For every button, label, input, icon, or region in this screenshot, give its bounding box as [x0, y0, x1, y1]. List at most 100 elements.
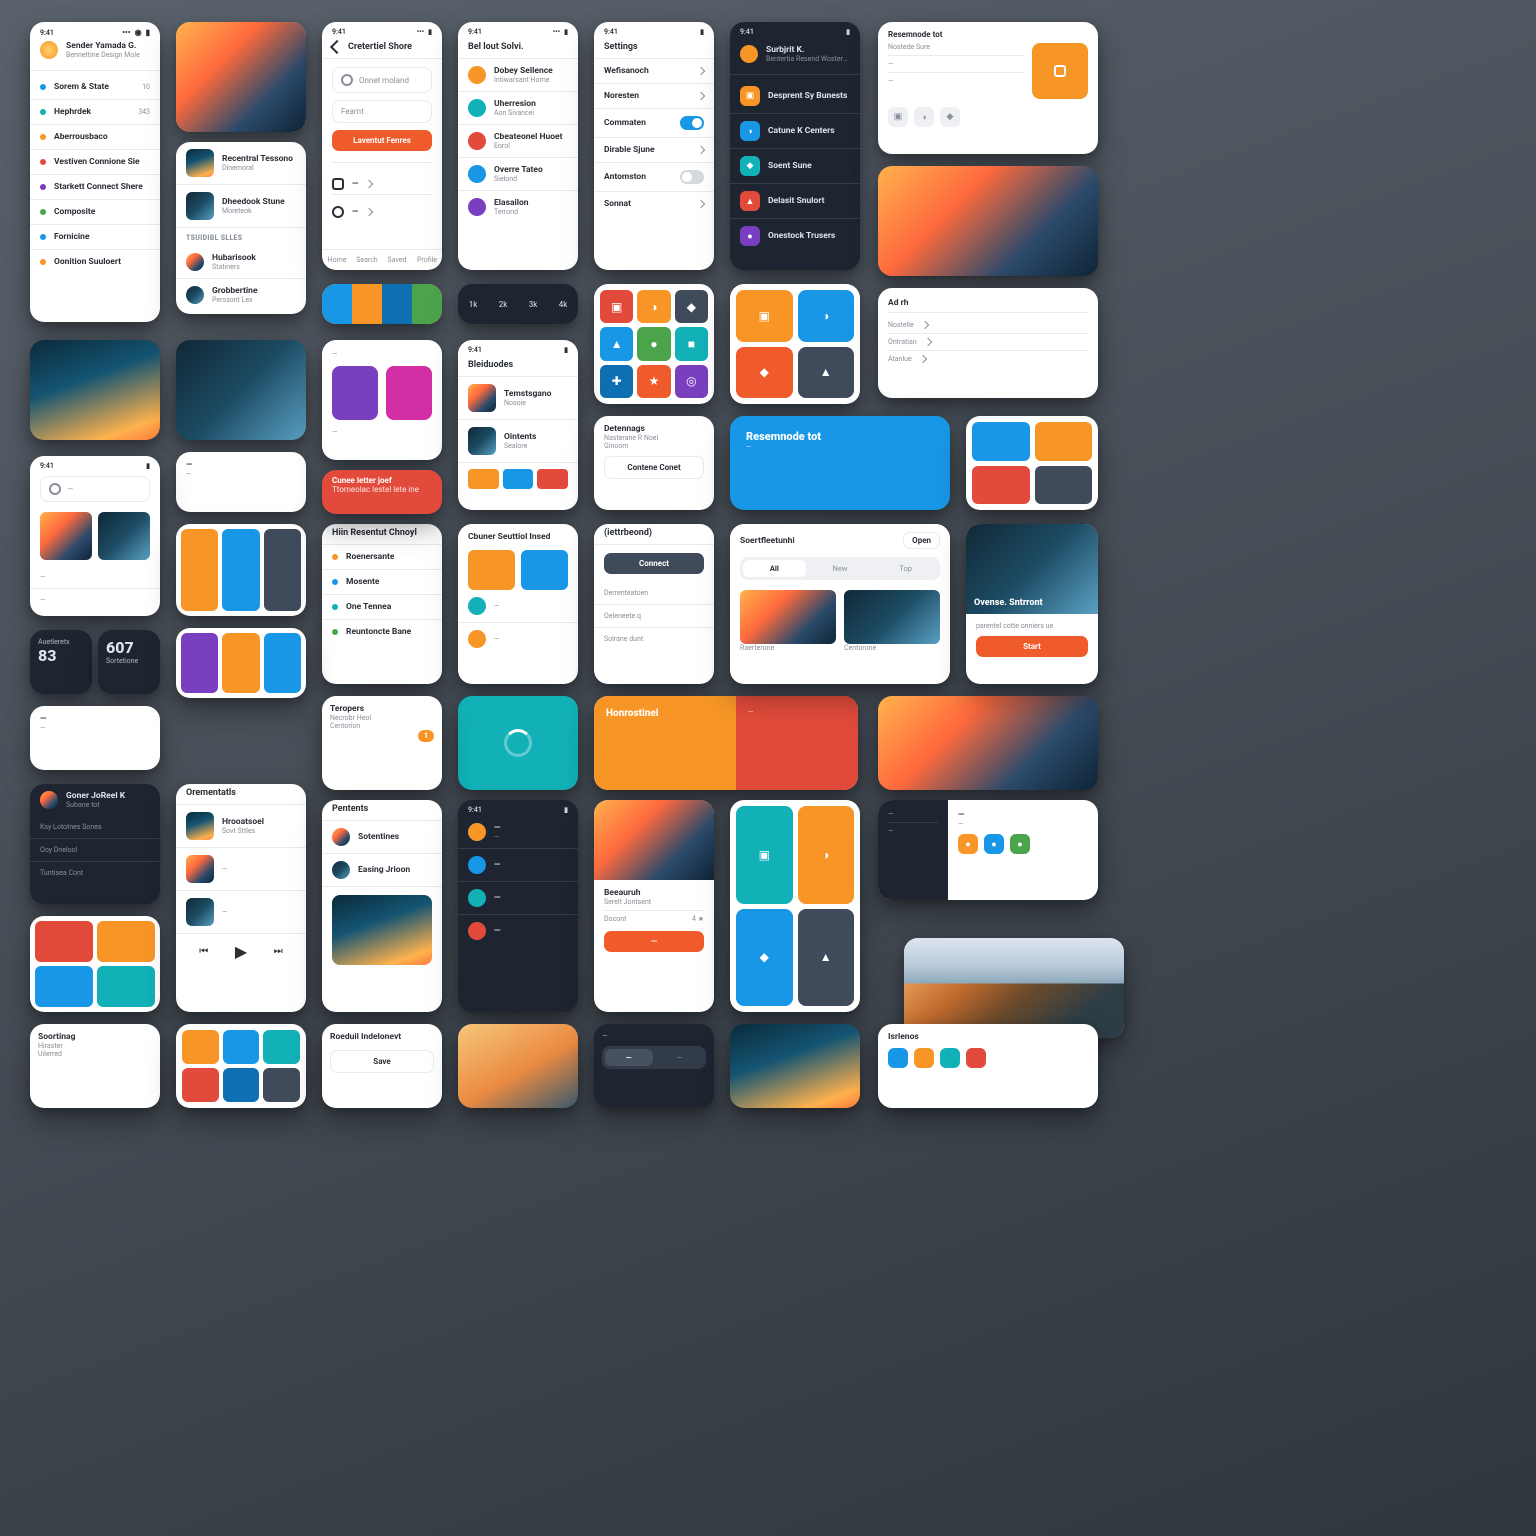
hero-image[interactable] [878, 696, 1098, 790]
chip[interactable] [503, 469, 534, 489]
color-tile[interactable]: ◑ [637, 290, 670, 323]
list-item[interactable]: Overre TateoSielond [458, 158, 578, 191]
list-item[interactable]: Nostelle [888, 317, 1088, 334]
phone-form[interactable]: 9:41•••▮ Cretertiel Shore Onnet moland F… [322, 22, 442, 270]
list-item[interactable]: — [30, 589, 160, 611]
bottom-wide[interactable]: Isrlenos [878, 1024, 1098, 1108]
list-item[interactable]: Derrenteatoen [594, 582, 714, 605]
actions-card[interactable]: (iettrbeond) Connect Derrenteatoen Oelen… [594, 524, 714, 684]
list-item[interactable]: OintentsSealore [458, 420, 578, 463]
list-item[interactable]: Solrane dunt [594, 628, 714, 650]
chip[interactable]: ● [984, 834, 1004, 854]
tag-chip[interactable] [914, 1048, 934, 1068]
list-item[interactable]: Antomston [594, 163, 714, 192]
list-item[interactable]: Sotentines [322, 821, 442, 854]
people-card[interactable]: Pentents Sotentines Easing Jrioon [322, 800, 442, 1012]
browse-card[interactable]: Resemnode tot Nostede Sure —— ▣ ◑ ◆ [878, 22, 1098, 154]
phone-feed[interactable]: 9:41▮ Bleiduodes TemstsganoNosoie Ointen… [458, 340, 578, 510]
tile[interactable] [97, 921, 155, 962]
list-item[interactable]: Sorem & State10 [30, 75, 160, 100]
thumb-image[interactable] [98, 512, 150, 560]
tag-chip[interactable] [888, 1048, 908, 1068]
tile[interactable]: ◆ [736, 347, 793, 399]
tab-search[interactable]: Search [352, 250, 382, 270]
chip[interactable]: ◆ [940, 107, 960, 127]
mini-list-card[interactable]: Hiin Resentut Chnoyl Roenersante Mosente… [322, 524, 442, 684]
list-item[interactable]: TemstsganoNosoie [458, 377, 578, 420]
bottom-card-dark[interactable]: — —— [594, 1024, 714, 1108]
tile[interactable] [97, 966, 155, 1007]
tile[interactable]: ◑ [798, 806, 855, 904]
list-item[interactable]: Aberrousbaco [30, 125, 160, 150]
tag-chip[interactable] [940, 1048, 960, 1068]
tile-icon[interactable] [1032, 43, 1088, 99]
settings-dark[interactable]: Goner JoReel KSubane tot Ksy Lototnes So… [30, 784, 160, 904]
bottom-card-b[interactable] [176, 1024, 306, 1108]
list-item[interactable]: — [458, 882, 578, 915]
open-button[interactable]: Open [903, 532, 940, 549]
primary-button[interactable]: Laventut Fenres [332, 130, 432, 151]
back-icon[interactable] [330, 40, 344, 54]
list-item[interactable]: Vestiven Connione Sie [30, 150, 160, 175]
tile[interactable] [972, 466, 1030, 505]
stacked-info[interactable]: Detennags Nasterane R Noel Ginoom Conten… [594, 416, 714, 510]
split-dark-light[interactable]: — — —— ● ● ● [878, 800, 1098, 900]
phone-settings[interactable]: 9:41▮ Settings Wefisanoch Noresten Comma… [594, 22, 714, 270]
music-card[interactable]: Orementatls HrooatsoelSovt Sttles — — ⏮ … [176, 784, 306, 1012]
hero-banner-blue[interactable]: Resemnode tot — [730, 416, 950, 510]
chip[interactable]: ◑ [914, 107, 934, 127]
list-item[interactable]: One Tennea [322, 595, 442, 620]
list-item[interactable]: Mosente [322, 570, 442, 595]
tile[interactable] [1035, 466, 1093, 505]
browse-phone[interactable]: 9:41▮ — — — [30, 456, 160, 616]
list-item[interactable]: — [458, 623, 578, 655]
color-tile[interactable] [181, 529, 218, 611]
tile[interactable] [182, 1068, 219, 1102]
list-item[interactable]: GrobbertinePerssont Lex [176, 279, 306, 311]
tile[interactable] [972, 422, 1030, 461]
tile[interactable] [223, 1068, 260, 1102]
list-item[interactable]: — [458, 590, 578, 623]
list-item[interactable]: — [30, 566, 160, 589]
chip[interactable]: ● [958, 834, 978, 854]
hero-overlay-card[interactable]: Ovense. Sntrront parentel cotte onniers … [966, 524, 1098, 684]
color-tile[interactable]: ✚ [600, 365, 633, 398]
search-input[interactable]: — [40, 476, 150, 502]
image-card[interactable] [30, 340, 160, 440]
text-input[interactable]: Fearnt [332, 100, 432, 123]
tile[interactable] [468, 550, 515, 590]
tile[interactable] [181, 633, 218, 693]
list-item[interactable]: ElasailonTerrond [458, 191, 578, 223]
tile[interactable] [35, 966, 93, 1007]
hero-image-river[interactable] [904, 938, 1124, 1038]
tile[interactable]: ▲ [798, 909, 855, 1007]
list-item[interactable]: — [176, 848, 306, 891]
detail-card[interactable]: Cbuner Seuttiol Insed — — [458, 524, 578, 684]
list-item[interactable]: Sonnat [594, 192, 714, 216]
list-item[interactable]: Recentral TessonoDinemoral [176, 142, 306, 185]
list-item[interactable]: — [332, 202, 432, 222]
save-button[interactable]: Save [330, 1050, 434, 1073]
bottom-card-a[interactable]: Soortinag Hiraster Uilerred [30, 1024, 160, 1108]
image-card[interactable] [176, 340, 306, 440]
tile[interactable] [223, 1030, 260, 1064]
color-swatch[interactable] [322, 284, 352, 324]
list-item[interactable]: Fornicine [30, 225, 160, 250]
tab-profile[interactable]: Profile [412, 250, 442, 270]
list-item[interactable]: Easing Jrioon [322, 854, 442, 887]
tile[interactable] [332, 366, 378, 420]
primary-button[interactable]: Connect [604, 553, 704, 574]
seg-tab[interactable]: All [743, 560, 806, 577]
play-icon[interactable]: ▶ [235, 942, 247, 961]
mini-info-card[interactable]: —— [30, 706, 160, 770]
list-item[interactable]: Starkett Connect Shere [30, 175, 160, 200]
tile[interactable] [263, 1030, 300, 1064]
next-icon[interactable]: ⏭ [274, 946, 283, 957]
list-item[interactable]: ▲Delasit Snulort [730, 184, 860, 219]
tile[interactable] [35, 921, 93, 962]
start-button[interactable]: Start [976, 636, 1088, 657]
product-card[interactable]: Beeauruh Serelt Jontsent Docont4 ★ — [594, 800, 714, 1012]
list-item[interactable]: Atanlue [888, 351, 1088, 367]
tile[interactable]: ◑ [798, 290, 855, 342]
color-tile[interactable]: ▲ [600, 327, 633, 360]
